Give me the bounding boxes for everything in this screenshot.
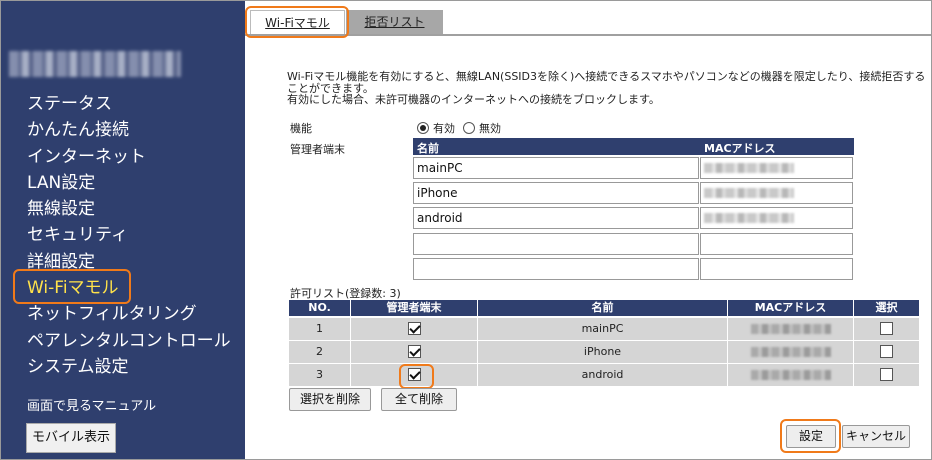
admin-checkbox[interactable]	[407, 321, 421, 335]
row-mac-cell	[728, 364, 853, 386]
row-select-cell	[854, 318, 919, 340]
sidebar-item-internet[interactable]: インターネット	[27, 144, 241, 170]
row-name: iPhone	[478, 341, 727, 363]
admin-col-mac: MACアドレス	[704, 142, 776, 155]
sidebar-item-system[interactable]: システム設定	[27, 354, 241, 380]
blurred-mac	[704, 188, 794, 198]
admin-name-input-5[interactable]	[413, 258, 699, 280]
admin-col-name: 名前	[417, 142, 439, 155]
tab-deny-list[interactable]: 拒否リスト	[346, 10, 443, 35]
highlight-box-tab	[245, 6, 349, 38]
row-select-cell	[854, 364, 919, 386]
select-checkbox[interactable]	[880, 321, 893, 335]
admin-name-input-1[interactable]: mainPC	[413, 157, 699, 179]
disable-radio-label: 無効	[479, 122, 501, 135]
sidebar-item-net-filtering[interactable]: ネットフィルタリング	[27, 301, 241, 327]
description-line-2: 有効にした場合、未許可機器のインターネットへの接続をブロックします。	[287, 93, 660, 106]
col-no: NO.	[289, 300, 350, 316]
description-line-1: Wi-Fiマモル機能を有効にすると、無線LAN(SSID3を除く)へ接続できるス…	[287, 70, 926, 95]
blurred-mac	[750, 347, 831, 357]
table-row: 1 mainPC	[289, 318, 919, 341]
sidebar-item-easy-connect[interactable]: かんたん接続	[27, 117, 241, 143]
row-name: mainPC	[478, 318, 727, 340]
table-row: 3 android	[289, 364, 919, 387]
table-row: 2 iPhone	[289, 341, 919, 364]
select-checkbox[interactable]	[880, 344, 893, 358]
row-admin-cell	[351, 318, 477, 340]
highlight-box-checkbox	[399, 364, 434, 389]
admin-table-header: 名前 MACアドレス	[413, 138, 854, 155]
enable-radio-label: 有効	[433, 122, 455, 135]
delete-selected-button[interactable]: 選択を削除	[289, 388, 371, 411]
admin-mac-input-4[interactable]	[700, 233, 853, 255]
admin-mac-input-5[interactable]	[700, 258, 853, 280]
admin-mac-input-2[interactable]	[700, 182, 853, 204]
blurred-mac	[750, 324, 831, 334]
sidebar-item-status[interactable]: ステータス	[27, 91, 241, 117]
admin-name-input-4[interactable]	[413, 233, 699, 255]
highlight-box-nav	[13, 269, 131, 304]
row-no: 3	[289, 364, 350, 386]
blurred-mac	[704, 213, 794, 223]
blurred-logo	[9, 51, 181, 77]
col-admin: 管理者端末	[351, 300, 477, 316]
sidebar-item-wireless[interactable]: 無線設定	[27, 196, 241, 222]
row-mac-cell	[728, 341, 853, 363]
col-mac: MACアドレス	[728, 300, 853, 316]
admin-name-input-3[interactable]: android	[413, 207, 699, 229]
row-mac-cell	[728, 318, 853, 340]
sidebar-item-security[interactable]: セキュリティ	[27, 222, 241, 248]
manual-link[interactable]: 画面で見るマニュアル	[27, 395, 156, 414]
cancel-button[interactable]: キャンセル	[842, 425, 910, 448]
admin-mac-input-3[interactable]	[700, 207, 853, 229]
mobile-view-button[interactable]: モバイル表示	[26, 423, 116, 453]
sidebar-item-parental-control[interactable]: ペアレンタルコントロール	[27, 328, 241, 354]
sidebar-item-lan[interactable]: LAN設定	[27, 170, 241, 196]
highlight-box-apply	[780, 419, 841, 453]
blurred-mac	[750, 370, 831, 380]
admin-name-input-2[interactable]: iPhone	[413, 182, 699, 204]
admin-mac-input-1[interactable]	[700, 157, 853, 179]
row-admin-cell	[351, 341, 477, 363]
function-radio-group: 有効 無効	[417, 120, 501, 136]
col-select: 選択	[854, 300, 919, 316]
select-checkbox[interactable]	[880, 367, 893, 381]
row-no: 1	[289, 318, 350, 340]
allow-list-caption: 許可リスト(登録数: 3)	[290, 287, 401, 300]
description: Wi-Fiマモル機能を有効にすると、無線LAN(SSID3を除く)へ接続できるス…	[287, 71, 927, 106]
sidebar: ステータス かんたん接続 インターネット LAN設定 無線設定 セキュリティ 詳…	[1, 1, 245, 459]
row-no: 2	[289, 341, 350, 363]
row-select-cell	[854, 341, 919, 363]
enable-radio[interactable]	[417, 122, 429, 134]
admin-terminal-label: 管理者端末	[290, 143, 345, 156]
delete-all-button[interactable]: 全て削除	[381, 388, 457, 411]
col-name: 名前	[478, 300, 727, 316]
sidebar-nav: ステータス かんたん接続 インターネット LAN設定 無線設定 セキュリティ 詳…	[27, 91, 241, 380]
disable-radio[interactable]	[463, 122, 475, 134]
row-name: android	[478, 364, 727, 386]
admin-checkbox[interactable]	[407, 344, 421, 358]
function-label: 機能	[290, 122, 312, 135]
blurred-mac	[704, 163, 794, 173]
